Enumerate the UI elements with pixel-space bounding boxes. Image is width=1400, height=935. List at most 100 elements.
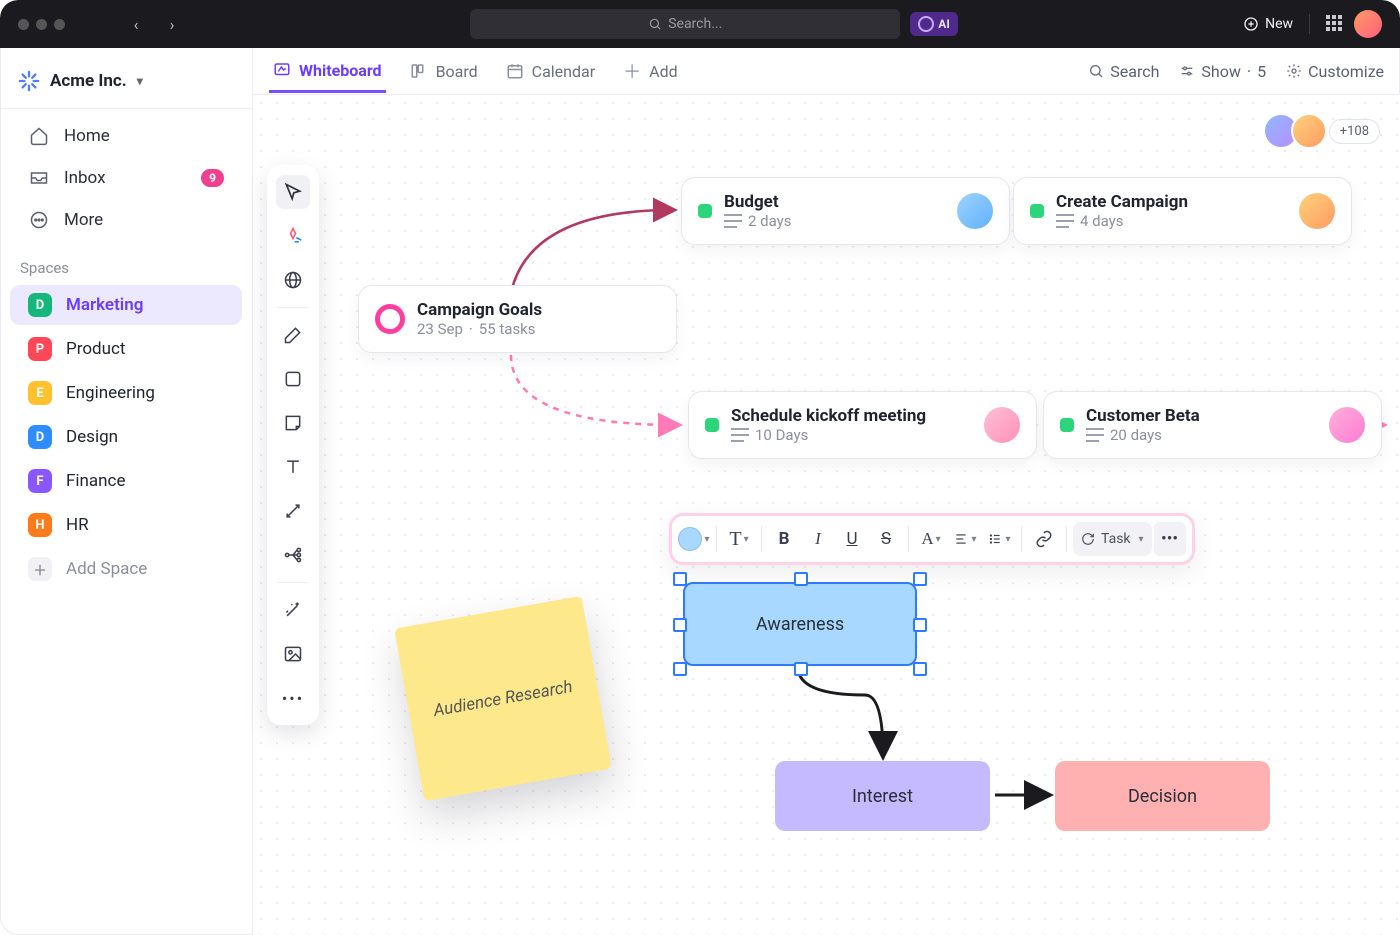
board-icon [410, 62, 428, 80]
card-title: Budget [724, 192, 792, 212]
sidebar-item-label: Inbox [64, 168, 106, 188]
action-search[interactable]: Search [1088, 62, 1159, 81]
align-button[interactable]: ▾ [949, 522, 981, 556]
new-button[interactable]: New [1243, 16, 1293, 32]
flow-awareness[interactable]: Awareness [683, 582, 917, 666]
tool-select[interactable] [276, 175, 310, 209]
avatar[interactable] [984, 407, 1020, 443]
tool-pen[interactable] [276, 318, 310, 352]
sidebar-item-inbox[interactable]: Inbox 9 [10, 159, 242, 197]
tab-add-view[interactable]: ＋ Add [619, 48, 681, 94]
space-marketing[interactable]: DMarketing [10, 285, 242, 325]
convert-task-button[interactable]: Task▾ [1073, 522, 1152, 556]
space-letter-icon: D [28, 425, 52, 449]
status-ring-icon [375, 304, 405, 334]
ai-button[interactable]: AI [910, 12, 958, 36]
tab-whiteboard[interactable]: Whiteboard [269, 51, 386, 93]
collaborators[interactable]: +108 [1271, 113, 1380, 149]
tool-image[interactable] [276, 637, 310, 671]
refresh-icon [1081, 532, 1095, 546]
avatar[interactable] [1329, 407, 1365, 443]
text-color-button[interactable]: A▾ [915, 522, 947, 556]
workspace-name: Acme Inc. [50, 71, 127, 91]
underline-button[interactable]: U [836, 522, 868, 556]
card-title: Campaign Goals [417, 300, 542, 320]
action-show[interactable]: Show·5 [1179, 62, 1266, 81]
flow-decision[interactable]: Decision [1055, 761, 1270, 831]
sliders-icon [1179, 63, 1195, 79]
card-title: Create Campaign [1056, 192, 1188, 212]
sticky-note[interactable]: Audience Research [394, 596, 612, 801]
card-customer-beta[interactable]: Customer Beta 20 days [1043, 391, 1382, 459]
tab-board[interactable]: Board [406, 52, 482, 91]
description-icon [1056, 214, 1074, 228]
font-button[interactable]: T▾ [723, 522, 755, 556]
list-button[interactable]: ▾ [983, 522, 1015, 556]
fill-color-button[interactable]: ▾ [678, 522, 710, 556]
tab-calendar[interactable]: Calendar [502, 52, 599, 91]
tool-sticky[interactable] [276, 406, 310, 440]
avatar[interactable] [957, 193, 993, 229]
description-icon [1086, 428, 1104, 442]
card-tasks: 55 tasks [479, 320, 536, 338]
global-search-input[interactable]: Search... [470, 9, 900, 39]
collaborators-more[interactable]: +108 [1329, 119, 1380, 144]
space-letter-icon: D [28, 293, 52, 317]
space-label: Product [66, 339, 125, 359]
tool-text[interactable] [276, 450, 310, 484]
user-avatar[interactable] [1354, 10, 1382, 38]
inbox-badge: 9 [201, 169, 224, 187]
space-letter-icon: P [28, 337, 52, 361]
space-engineering[interactable]: EEngineering [10, 373, 242, 413]
link-button[interactable] [1028, 522, 1060, 556]
space-design[interactable]: DDesign [10, 417, 242, 457]
space-hr[interactable]: HHR [10, 505, 242, 545]
workspace-logo-icon [18, 70, 40, 92]
flow-label: Interest [852, 786, 913, 807]
space-label: HR [66, 515, 89, 535]
add-space-button[interactable]: ＋ Add Space [10, 549, 242, 589]
tool-magic[interactable] [276, 593, 310, 627]
card-title: Schedule kickoff meeting [731, 406, 926, 426]
tool-shape[interactable] [276, 362, 310, 396]
space-finance[interactable]: FFinance [10, 461, 242, 501]
tool-connector[interactable] [276, 494, 310, 528]
sidebar-item-label: Home [64, 126, 110, 146]
tool-more[interactable]: ••• [276, 681, 310, 715]
bold-button[interactable]: B [768, 522, 800, 556]
action-customize[interactable]: Customize [1286, 62, 1384, 81]
italic-button[interactable]: I [802, 522, 834, 556]
canvas-toolbar: ••• [267, 165, 319, 725]
plus-icon: ＋ [623, 58, 641, 84]
workspace-switcher[interactable]: Acme Inc. ▾ [0, 56, 252, 104]
apps-grid-icon[interactable] [1326, 15, 1344, 33]
strike-button[interactable]: S [870, 522, 902, 556]
whiteboard-canvas[interactable]: ••• +108 [253, 95, 1400, 935]
selection-handles[interactable] [679, 578, 921, 670]
search-placeholder: Search... [668, 16, 722, 32]
space-product[interactable]: P Product [10, 329, 242, 369]
card-kickoff[interactable]: Schedule kickoff meeting 10 Days [688, 391, 1037, 459]
description-icon [731, 428, 749, 442]
more-options-button[interactable]: ••• [1154, 522, 1186, 556]
space-label: Finance [66, 471, 125, 491]
window-controls[interactable] [18, 19, 65, 30]
flow-interest[interactable]: Interest [775, 761, 990, 831]
nav-back-button[interactable]: ‹ [123, 11, 149, 37]
sidebar-item-label: More [64, 210, 103, 230]
formatting-toolbar: ▾ T▾ B I U S A▾ ▾ ▾ [669, 513, 1195, 565]
avatar[interactable] [1299, 193, 1335, 229]
card-create-campaign[interactable]: Create Campaign 4 days [1013, 177, 1352, 245]
tool-mindmap[interactable] [276, 538, 310, 572]
card-budget[interactable]: Budget 2 days [681, 177, 1010, 245]
sidebar-item-home[interactable]: Home [10, 117, 242, 155]
sidebar-item-more[interactable]: More [10, 201, 242, 239]
spaces-heading: Spaces [0, 241, 252, 283]
plus-circle-icon [1243, 16, 1259, 32]
avatar[interactable] [1291, 113, 1327, 149]
tool-ai-shapes[interactable] [276, 219, 310, 253]
nav-forward-button[interactable]: › [159, 11, 185, 37]
tool-web[interactable] [276, 263, 310, 297]
whiteboard-icon [273, 61, 291, 79]
card-campaign-goals[interactable]: Campaign Goals 23 Sep·55 tasks [358, 285, 677, 353]
